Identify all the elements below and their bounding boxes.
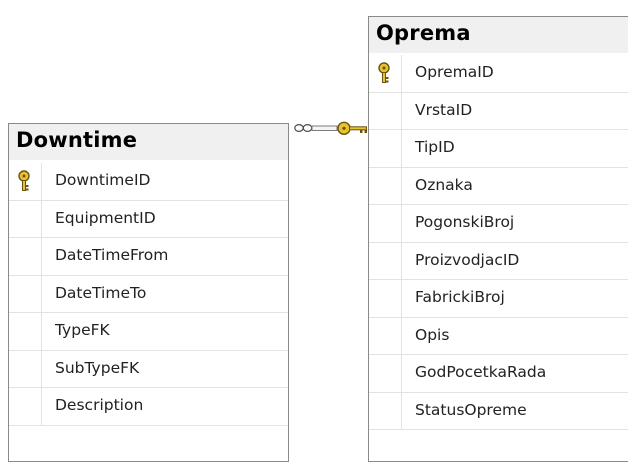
column-name: DateTimeTo bbox=[55, 283, 147, 302]
column-name: Description bbox=[55, 396, 144, 414]
infinity-icon bbox=[294, 123, 313, 132]
table-title: Downtime bbox=[16, 128, 138, 152]
column-row-godpocetkarada[interactable]: GodPocetkaRada bbox=[369, 355, 628, 393]
row-selector[interactable] bbox=[369, 205, 402, 242]
column-row-oznaka[interactable]: Oznaka bbox=[369, 167, 628, 205]
row-selector[interactable] bbox=[9, 200, 42, 237]
column-name: EquipmentID bbox=[55, 208, 156, 227]
column-name: PogonskiBroj bbox=[415, 213, 515, 231]
column-row-datetimeto[interactable]: DateTimeTo bbox=[9, 275, 288, 313]
column-name: Opis bbox=[415, 325, 450, 344]
row-selector[interactable] bbox=[9, 388, 42, 425]
column-name: DateTimeFrom bbox=[55, 246, 169, 264]
column-row-subtypefk[interactable]: SubTypeFK bbox=[9, 350, 288, 388]
table-oprema[interactable]: Oprema OpremaID VrstaID TipID Oznaka Pog… bbox=[368, 16, 628, 462]
column-row-statusopreme[interactable]: StatusOpreme bbox=[369, 392, 628, 430]
row-selector[interactable] bbox=[369, 167, 402, 204]
row-selector[interactable] bbox=[9, 313, 42, 350]
column-name: StatusOpreme bbox=[415, 400, 527, 419]
row-selector[interactable] bbox=[9, 238, 42, 275]
column-row-datetimefrom[interactable]: DateTimeFrom bbox=[9, 238, 288, 276]
row-selector[interactable] bbox=[9, 163, 42, 200]
column-name: VrstaID bbox=[415, 100, 473, 119]
row-selector[interactable] bbox=[369, 55, 402, 92]
column-name: Oznaka bbox=[415, 175, 473, 194]
table-header[interactable]: Oprema bbox=[369, 17, 628, 53]
row-selector[interactable] bbox=[369, 355, 402, 392]
primary-key-icon bbox=[18, 170, 30, 191]
row-selector[interactable] bbox=[369, 392, 402, 429]
row-selector[interactable] bbox=[9, 275, 42, 312]
row-selector[interactable] bbox=[369, 317, 402, 354]
column-row-proizvodjacid[interactable]: ProizvodjacID bbox=[369, 242, 628, 280]
column-row-description[interactable]: Description bbox=[9, 388, 288, 426]
column-row-typefk[interactable]: TypeFK bbox=[9, 313, 288, 351]
row-selector[interactable] bbox=[369, 130, 402, 167]
row-selector[interactable] bbox=[9, 350, 42, 387]
column-row-equipmentid[interactable]: EquipmentID bbox=[9, 200, 288, 238]
column-name: GodPocetkaRada bbox=[415, 363, 547, 381]
column-list: DowntimeID EquipmentID DateTimeFrom Date… bbox=[9, 163, 288, 426]
row-selector[interactable] bbox=[369, 92, 402, 129]
table-header[interactable]: Downtime bbox=[9, 124, 288, 160]
relationship-connector bbox=[311, 125, 338, 131]
table-title: Oprema bbox=[376, 21, 471, 45]
table-downtime[interactable]: Downtime DowntimeID EquipmentID DateTime… bbox=[8, 123, 289, 462]
column-name: TipID bbox=[415, 138, 455, 156]
column-row-vrstaid[interactable]: VrstaID bbox=[369, 92, 628, 130]
column-name: SubTypeFK bbox=[55, 358, 140, 377]
row-selector[interactable] bbox=[369, 280, 402, 317]
column-name: ProizvodjacID bbox=[415, 250, 520, 269]
column-row-pogonskibroj[interactable]: PogonskiBroj bbox=[369, 205, 628, 243]
column-name: OpremaID bbox=[415, 63, 494, 81]
primary-key-icon bbox=[378, 62, 390, 83]
column-name: FabrickiBroj bbox=[415, 288, 505, 306]
column-row-opremaid[interactable]: OpremaID bbox=[369, 55, 628, 93]
key-icon bbox=[337, 121, 367, 136]
column-row-fabrickibroj[interactable]: FabrickiBroj bbox=[369, 280, 628, 318]
row-selector[interactable] bbox=[369, 242, 402, 279]
column-row-tipid[interactable]: TipID bbox=[369, 130, 628, 168]
column-name: DowntimeID bbox=[55, 171, 151, 189]
column-row-downtimeid[interactable]: DowntimeID bbox=[9, 163, 288, 201]
column-name: TypeFK bbox=[55, 321, 110, 339]
column-row-opis[interactable]: Opis bbox=[369, 317, 628, 355]
column-list: OpremaID VrstaID TipID Oznaka PogonskiBr… bbox=[369, 55, 628, 430]
